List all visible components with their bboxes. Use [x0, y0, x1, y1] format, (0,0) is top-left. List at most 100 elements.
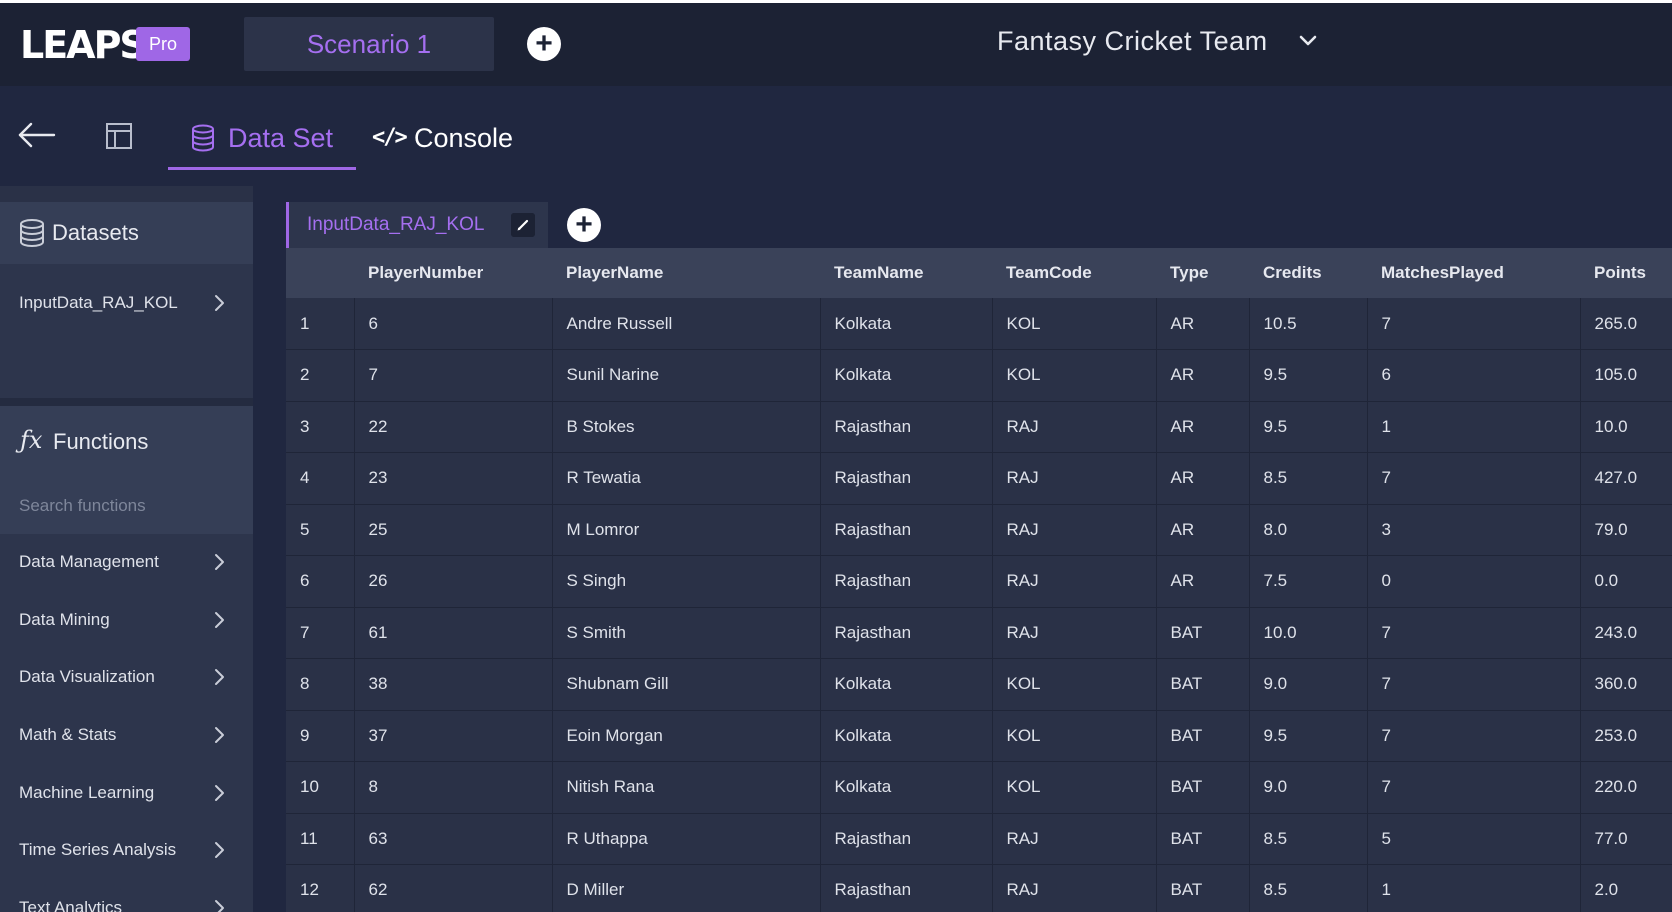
table-cell[interactable]: 10.0	[1580, 401, 1672, 453]
table-cell[interactable]: RAJ	[992, 452, 1157, 504]
table-cell[interactable]: 0	[1367, 555, 1581, 607]
table-cell[interactable]: 2	[286, 349, 355, 401]
table-cell[interactable]: 0.0	[1580, 555, 1672, 607]
table-cell[interactable]: 10.0	[1249, 607, 1368, 659]
table-cell[interactable]: Rajasthan	[820, 452, 993, 504]
sidebar-item-data-mining[interactable]: Data Mining	[0, 598, 253, 642]
table-cell[interactable]: 4	[286, 452, 355, 504]
table-cell[interactable]: 8	[286, 658, 355, 710]
table-cell[interactable]: BAT	[1156, 761, 1250, 813]
tab-data-set[interactable]: Data Set	[168, 112, 356, 170]
table-cell[interactable]: KOL	[992, 761, 1157, 813]
table-cell[interactable]: RAJ	[992, 864, 1157, 912]
table-cell[interactable]: 6	[286, 555, 355, 607]
table-cell[interactable]: 2.0	[1580, 864, 1672, 912]
table-row[interactable]: 4 23 R Tewatia Rajasthan RAJ AR 8.5 7 427.0	[286, 452, 1672, 504]
table-cell[interactable]: AR	[1156, 555, 1250, 607]
table-cell[interactable]: 6	[354, 298, 553, 350]
back-arrow-icon[interactable]	[18, 120, 56, 150]
table-cell[interactable]: Kolkata	[820, 298, 993, 350]
table-cell[interactable]: S Singh	[552, 555, 821, 607]
table-cell[interactable]: RAJ	[992, 555, 1157, 607]
table-cell[interactable]: 37	[354, 710, 553, 762]
table-cell[interactable]: 8.0	[1249, 504, 1368, 556]
table-cell[interactable]: 243.0	[1580, 607, 1672, 659]
table-cell[interactable]: 8.5	[1249, 813, 1368, 865]
table-cell[interactable]: AR	[1156, 349, 1250, 401]
table-row[interactable]: 6 26 S Singh Rajasthan RAJ AR 7.5 0 0.0	[286, 555, 1672, 607]
table-cell[interactable]: 9.5	[1249, 401, 1368, 453]
table-cell[interactable]: 220.0	[1580, 761, 1672, 813]
search-functions-input[interactable]	[0, 478, 253, 534]
table-cell[interactable]: 7	[286, 607, 355, 659]
table-cell[interactable]: AR	[1156, 401, 1250, 453]
table-cell[interactable]: 1	[1367, 864, 1581, 912]
table-cell[interactable]: Kolkata	[820, 349, 993, 401]
column-header[interactable]: TeamCode	[992, 248, 1156, 298]
column-header[interactable]: Points	[1580, 248, 1672, 298]
column-header[interactable]: Type	[1156, 248, 1249, 298]
sidebar-item-machine-learning[interactable]: Machine Learning	[0, 771, 253, 815]
table-cell[interactable]: RAJ	[992, 401, 1157, 453]
table-cell[interactable]: S Smith	[552, 607, 821, 659]
column-header[interactable]: PlayerName	[552, 248, 820, 298]
dataset-item[interactable]: InputData_RAJ_KOL	[0, 281, 253, 325]
add-dataset-button[interactable]: +	[567, 208, 601, 242]
column-header[interactable]: MatchesPlayed	[1367, 248, 1580, 298]
table-cell[interactable]: Kolkata	[820, 710, 993, 762]
table-cell[interactable]: 1	[1367, 401, 1581, 453]
table-cell[interactable]: Andre Russell	[552, 298, 821, 350]
table-cell[interactable]: Rajasthan	[820, 555, 993, 607]
table-cell[interactable]: R Tewatia	[552, 452, 821, 504]
table-cell[interactable]: 11	[286, 813, 355, 865]
add-scenario-button[interactable]: +	[527, 27, 561, 61]
sidebar-item-text-analytics[interactable]: Text Analytics	[0, 886, 253, 912]
table-cell[interactable]: 9.0	[1249, 761, 1368, 813]
table-cell[interactable]: 360.0	[1580, 658, 1672, 710]
column-header[interactable]: Credits	[1249, 248, 1367, 298]
table-cell[interactable]: 7	[1367, 761, 1581, 813]
table-cell[interactable]: Rajasthan	[820, 504, 993, 556]
sidebar-item-data-management[interactable]: Data Management	[0, 540, 253, 584]
table-cell[interactable]: 105.0	[1580, 349, 1672, 401]
table-cell[interactable]: 3	[286, 401, 355, 453]
table-cell[interactable]: Sunil Narine	[552, 349, 821, 401]
table-row[interactable]: 9 37 Eoin Morgan Kolkata KOL BAT 9.5 7 253.0	[286, 710, 1672, 762]
edit-pencil-icon[interactable]	[511, 213, 535, 237]
table-cell[interactable]: 8	[354, 761, 553, 813]
table-cell[interactable]: 25	[354, 504, 553, 556]
table-cell[interactable]: Shubnam Gill	[552, 658, 821, 710]
table-cell[interactable]: KOL	[992, 710, 1157, 762]
table-cell[interactable]: 7	[1367, 607, 1581, 659]
table-cell[interactable]: Rajasthan	[820, 401, 993, 453]
table-cell[interactable]: 63	[354, 813, 553, 865]
column-header[interactable]: PlayerNumber	[354, 248, 552, 298]
table-row[interactable]: 3 22 B Stokes Rajasthan RAJ AR 9.5 1 10.0	[286, 401, 1672, 453]
table-cell[interactable]: 5	[286, 504, 355, 556]
table-row[interactable]: 7 61 S Smith Rajasthan RAJ BAT 10.0 7 243.0	[286, 607, 1672, 659]
table-cell[interactable]: 427.0	[1580, 452, 1672, 504]
table-cell[interactable]: Eoin Morgan	[552, 710, 821, 762]
table-cell[interactable]: 253.0	[1580, 710, 1672, 762]
table-cell[interactable]: 79.0	[1580, 504, 1672, 556]
table-cell[interactable]: AR	[1156, 298, 1250, 350]
table-cell[interactable]: 7.5	[1249, 555, 1368, 607]
table-cell[interactable]: 26	[354, 555, 553, 607]
table-cell[interactable]: Rajasthan	[820, 813, 993, 865]
table-cell[interactable]: BAT	[1156, 864, 1250, 912]
table-cell[interactable]: 9.5	[1249, 349, 1368, 401]
table-cell[interactable]: 9.0	[1249, 658, 1368, 710]
table-cell[interactable]: KOL	[992, 298, 1157, 350]
table-cell[interactable]: KOL	[992, 349, 1157, 401]
table-cell[interactable]: 7	[1367, 298, 1581, 350]
table-cell[interactable]: 3	[1367, 504, 1581, 556]
column-header[interactable]: TeamName	[820, 248, 992, 298]
table-row[interactable]: 10 8 Nitish Rana Kolkata KOL BAT 9.0 7 220.0	[286, 761, 1672, 813]
table-cell[interactable]: 8.5	[1249, 452, 1368, 504]
table-layout-icon[interactable]	[105, 122, 133, 150]
column-header[interactable]	[286, 248, 354, 298]
table-cell[interactable]: D Miller	[552, 864, 821, 912]
table-cell[interactable]: B Stokes	[552, 401, 821, 453]
table-cell[interactable]: 10.5	[1249, 298, 1368, 350]
table-cell[interactable]: BAT	[1156, 658, 1250, 710]
